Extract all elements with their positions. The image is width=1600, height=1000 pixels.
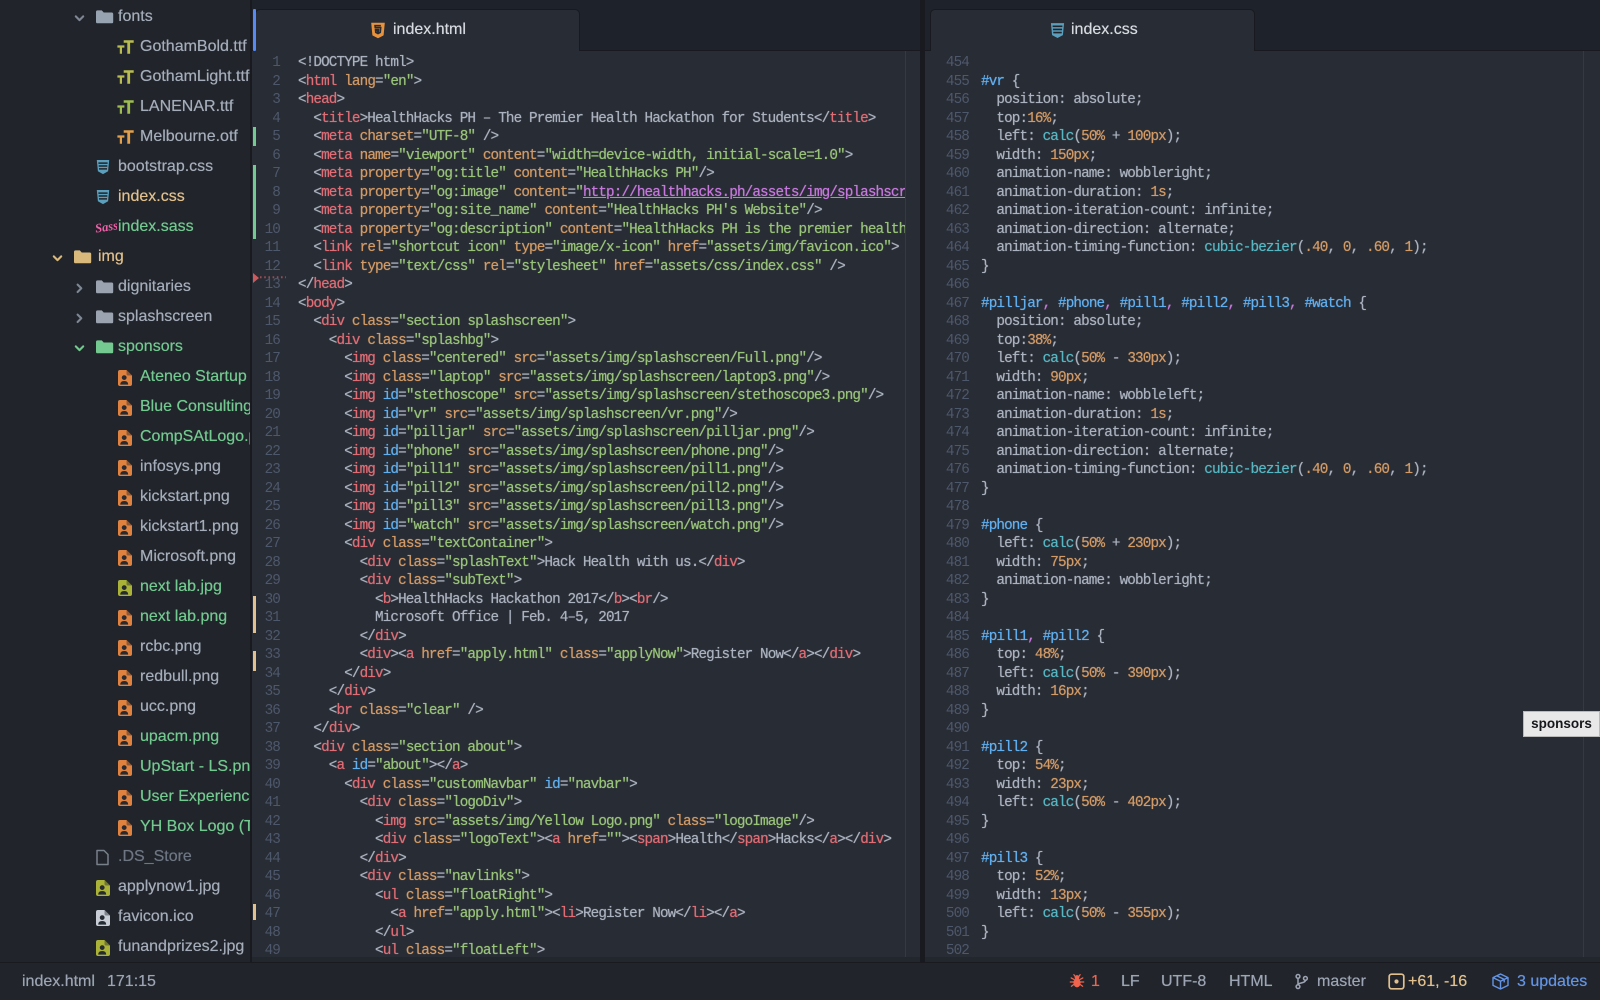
svg-text:Sass: Sass bbox=[95, 219, 117, 235]
